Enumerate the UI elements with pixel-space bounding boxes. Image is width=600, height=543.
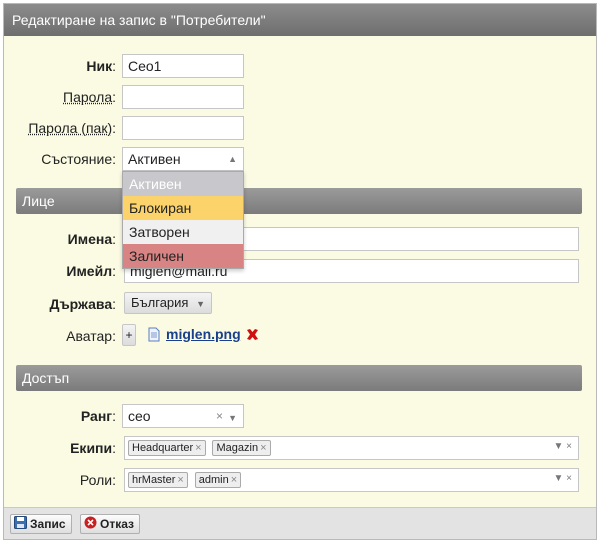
password-repeat-row: Парола (пак):: [4, 116, 596, 140]
cancel-label: Отказ: [100, 517, 135, 531]
multiselect-controls[interactable]: ▼ ×: [553, 441, 572, 452]
remove-tag-icon[interactable]: ×: [195, 442, 201, 454]
save-label: Запис: [30, 517, 66, 531]
state-option-deleted[interactable]: Заличен: [123, 244, 243, 268]
cancel-icon: [84, 516, 97, 534]
dialog-title: Редактиране на запис в "Потребители": [4, 4, 596, 36]
avatar-row: Аватар: + miglen.png: [4, 324, 596, 348]
state-select[interactable]: Активен ▲: [122, 147, 244, 171]
state-option-closed[interactable]: Затворен: [123, 220, 243, 244]
file-icon: [148, 327, 160, 345]
dialog-footer: Запис Отказ: [4, 507, 596, 539]
names-row: Имена:: [4, 227, 596, 251]
person-section-header: Лице: [16, 188, 582, 214]
team-tag: Headquarter ×: [128, 440, 206, 456]
remove-tag-icon[interactable]: ×: [231, 474, 237, 486]
rank-label: Ранг:: [80, 408, 116, 424]
state-option-blocked[interactable]: Блокиран: [123, 196, 243, 220]
state-row: Състояние: Активен ▲: [4, 147, 596, 171]
floppy-disk-icon: [14, 515, 27, 534]
names-label: Имена:: [67, 231, 116, 247]
teams-label: Екипи:: [70, 440, 116, 456]
country-label: Държава:: [49, 296, 116, 312]
remove-tag-icon[interactable]: ×: [260, 442, 266, 454]
multiselect-controls[interactable]: ▼ ×: [553, 473, 572, 484]
nick-label: Ник:: [86, 58, 116, 74]
remove-tag-icon[interactable]: ×: [177, 474, 183, 486]
password-label: Парола:: [63, 89, 116, 105]
roles-label: Роли:: [79, 472, 116, 488]
team-tag: Magazin ×: [212, 440, 271, 456]
password-row: Парола:: [4, 85, 596, 109]
email-row: Имейл:: [4, 259, 596, 283]
password-repeat-input[interactable]: [122, 116, 244, 140]
avatar-label: Аватар:: [66, 328, 116, 344]
cancel-button[interactable]: Отказ: [80, 514, 141, 534]
rank-select[interactable]: ceo × ▼: [122, 404, 244, 428]
edit-user-dialog: Редактиране на запис в "Потребители" Ник…: [3, 3, 597, 540]
access-section-header: Достъп: [16, 365, 582, 391]
password-repeat-label: Парола (пак):: [28, 120, 116, 136]
country-value: България: [131, 295, 189, 310]
password-input[interactable]: [122, 85, 244, 109]
state-selected-value: Активен: [128, 151, 181, 167]
nick-input[interactable]: [122, 54, 244, 78]
state-label: Състояние:: [41, 151, 116, 167]
rank-value: ceo: [128, 408, 151, 424]
role-tag: hrMaster ×: [128, 472, 188, 488]
nick-row: Ник:: [4, 54, 596, 78]
chevron-down-icon: ▼: [196, 299, 206, 309]
avatar-add-button[interactable]: +: [122, 324, 136, 346]
teams-row: Екипи: Headquarter × Magazin × ▼ ×: [4, 436, 596, 460]
teams-multiselect[interactable]: Headquarter × Magazin × ▼ ×: [124, 436, 579, 460]
chevron-down-icon: ▼: [228, 413, 237, 423]
avatar-file-link[interactable]: miglen.png: [166, 326, 241, 342]
state-dropdown-list: Активен Блокиран Затворен Заличен: [122, 171, 244, 269]
save-button[interactable]: Запис: [10, 514, 72, 534]
state-option-active[interactable]: Активен: [123, 172, 243, 196]
rank-row: Ранг: ceo × ▼: [4, 404, 596, 428]
clear-icon[interactable]: ×: [216, 407, 223, 425]
country-select[interactable]: България ▼: [124, 292, 213, 314]
role-tag: admin ×: [194, 472, 242, 488]
delete-icon[interactable]: [245, 327, 260, 345]
roles-multiselect[interactable]: hrMaster × admin × ▼ ×: [124, 468, 579, 492]
chevron-up-icon: ▲: [228, 154, 237, 164]
roles-row: Роли: hrMaster × admin × ▼ ×: [4, 468, 596, 492]
email-label: Имейл:: [66, 263, 116, 279]
country-row: Държава: България ▼: [4, 292, 596, 316]
